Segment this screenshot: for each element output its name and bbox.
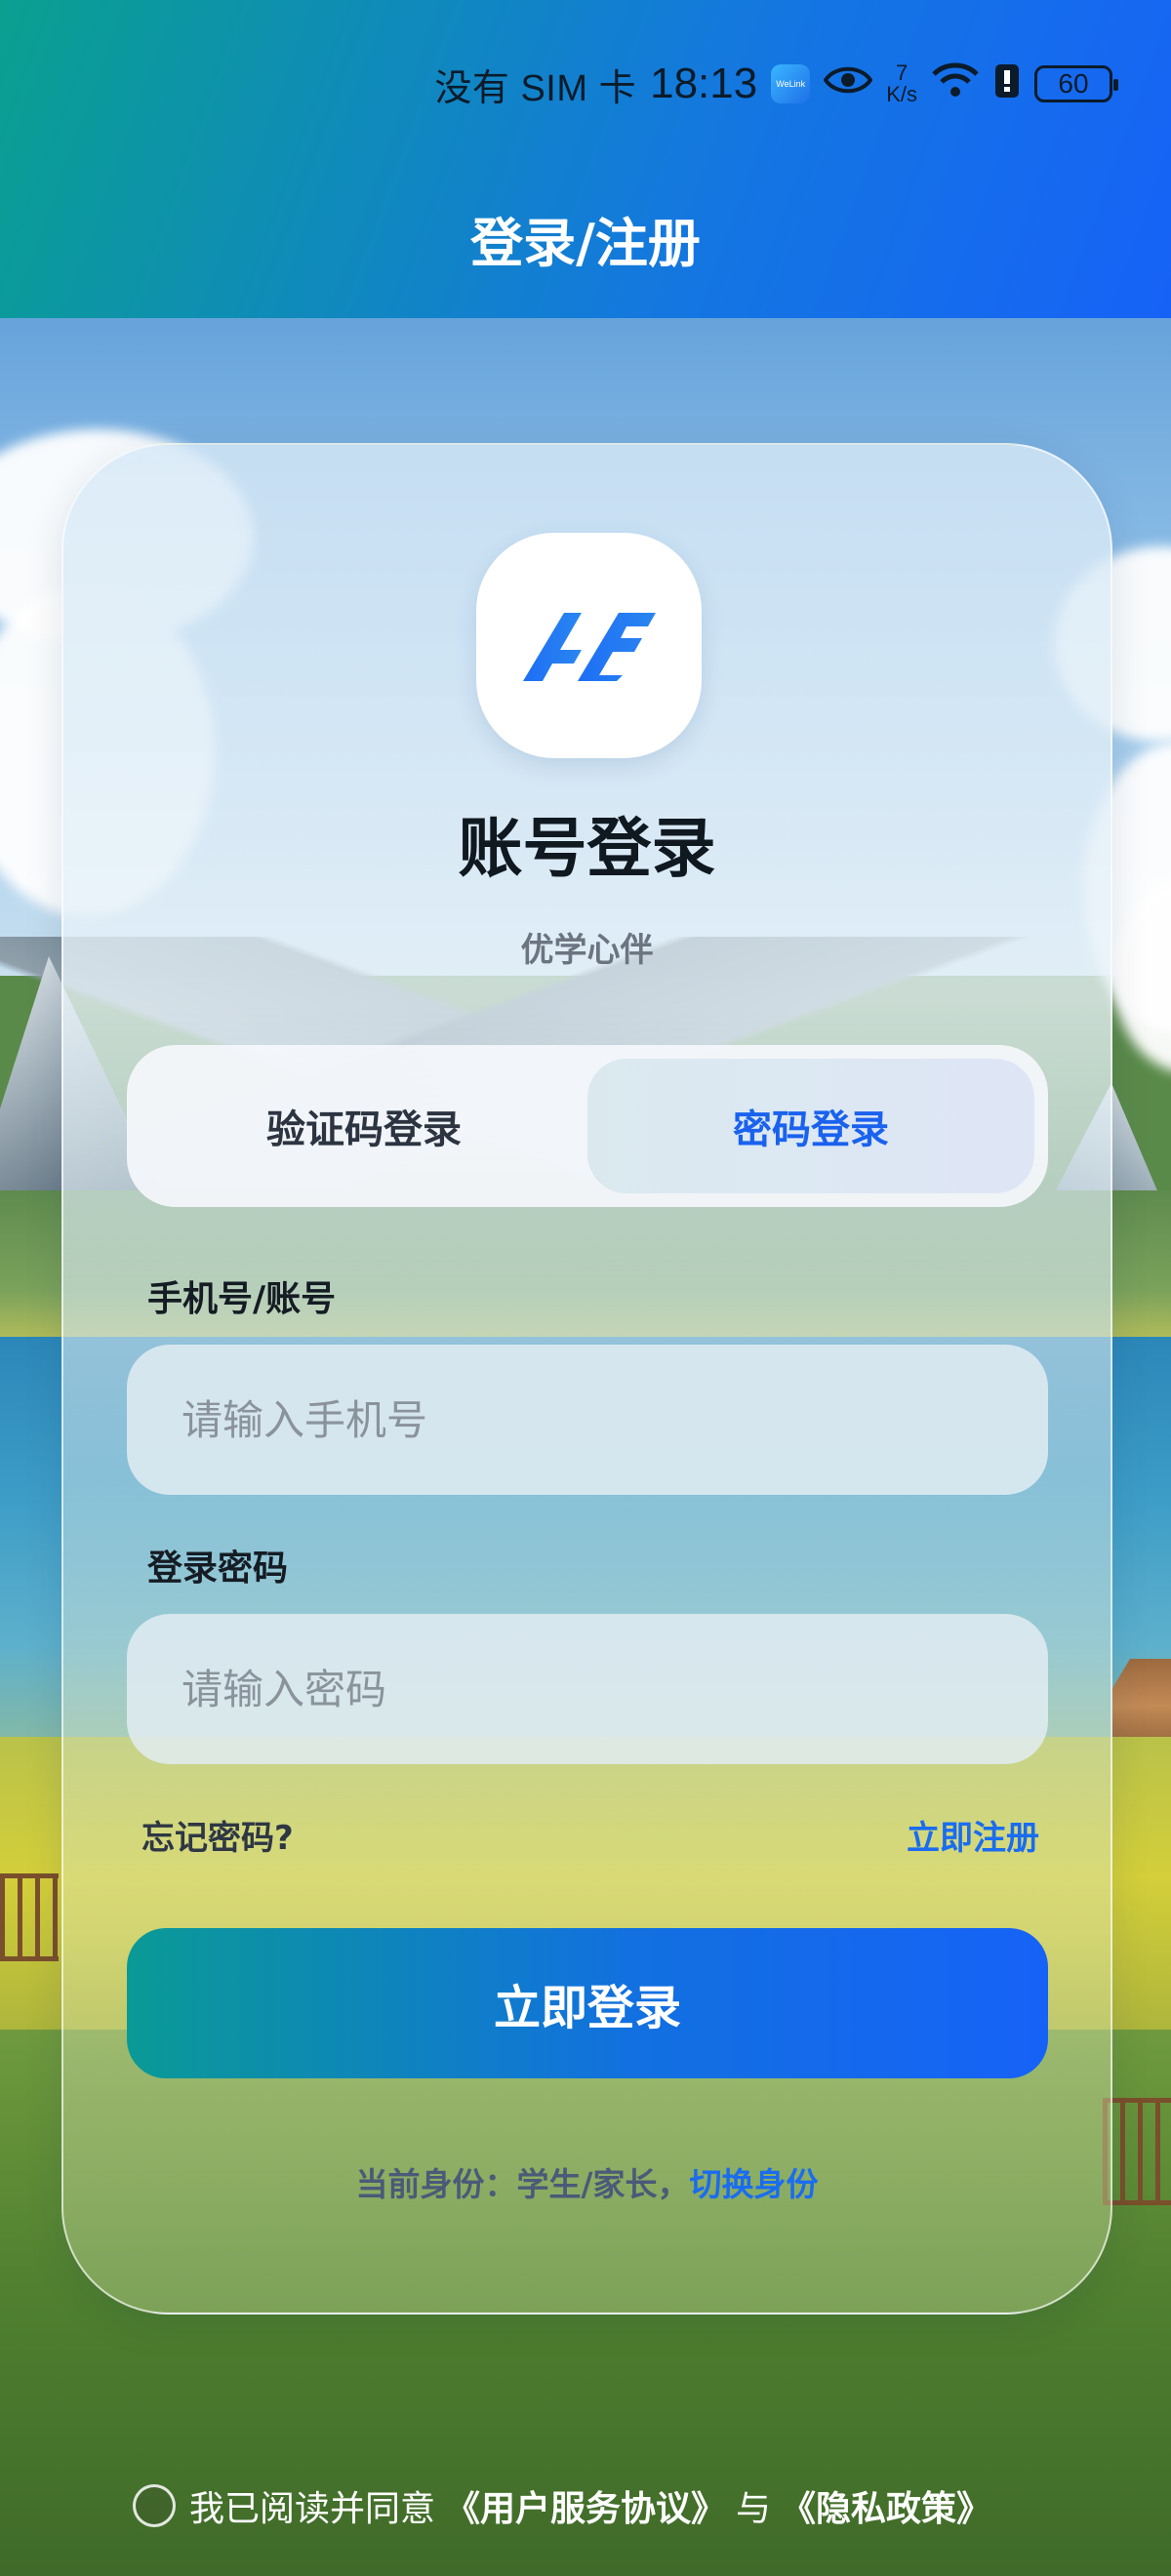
battery-indicator: 60 — [1034, 65, 1118, 102]
agreement-prefix: 我已阅读并同意 — [189, 2489, 436, 2529]
network-speed-value: 7 — [895, 60, 909, 85]
forgot-password-link[interactable]: 忘记密码? — [141, 1811, 294, 1859]
app-logo — [476, 533, 702, 758]
agreement-row: 我已阅读并同意 《用户服务协议》 与 《隐私政策》 — [133, 2478, 991, 2533]
card-title: 账号登录 — [458, 811, 716, 886]
login-button[interactable]: 立即登录 — [127, 1928, 1048, 2078]
current-identity: 当前身份：学生/家长，切换身份 — [63, 2158, 1110, 2205]
phone-field-label: 手机号/账号 — [147, 1279, 337, 1319]
tab-password-login[interactable]: 密码登录 — [587, 1059, 1034, 1193]
privacy-policy-link[interactable]: 《隐私政策》 — [781, 2480, 991, 2531]
phone-input[interactable] — [127, 1345, 1048, 1495]
switch-identity-link[interactable]: 切换身份 — [690, 2165, 819, 2203]
password-field-label: 登录密码 — [147, 1549, 289, 1589]
fence-left — [0, 1873, 59, 1961]
tab-sms-code-login[interactable]: 验证码登录 — [141, 1059, 587, 1193]
agreement-checkbox[interactable] — [133, 2484, 176, 2527]
login-mode-tabs: 验证码登录 密码登录 — [127, 1045, 1048, 1207]
clock-time: 18:13 — [650, 60, 758, 107]
user-agreement-link[interactable]: 《用户服务协议》 — [445, 2480, 726, 2531]
status-bar: 没有 SIM 卡 18:13 WeLink 7 K/s 60 — [434, 55, 1118, 113]
fence-right — [1103, 2098, 1171, 2205]
app-logo-icon — [522, 612, 656, 681]
header-bar: 没有 SIM 卡 18:13 WeLink 7 K/s 60 登录/注册 — [0, 0, 1171, 318]
carrier-text: 没有 SIM 卡 — [434, 67, 637, 109]
wifi-icon — [931, 60, 980, 108]
welink-app-icon: WeLink — [771, 64, 811, 103]
login-card: 账号登录 优学心伴 验证码登录 密码登录 手机号/账号 登录密码 忘记密码? 立… — [61, 443, 1112, 2314]
network-speed-unit: K/s — [886, 82, 917, 106]
register-link[interactable]: 立即注册 — [907, 1811, 1039, 1859]
app-subtitle: 优学心伴 — [520, 931, 654, 970]
auxiliary-links: 忘记密码? 立即注册 — [141, 1811, 1039, 1859]
agreement-joiner: 与 — [736, 2489, 772, 2529]
password-input[interactable] — [127, 1614, 1048, 1764]
eye-comfort-icon — [823, 62, 873, 105]
identity-text: 当前身份：学生/家长， — [355, 2165, 690, 2203]
page-title: 登录/注册 — [470, 213, 701, 274]
alert-battery-icon — [993, 60, 1021, 108]
network-speed: 7 K/s — [886, 62, 917, 105]
